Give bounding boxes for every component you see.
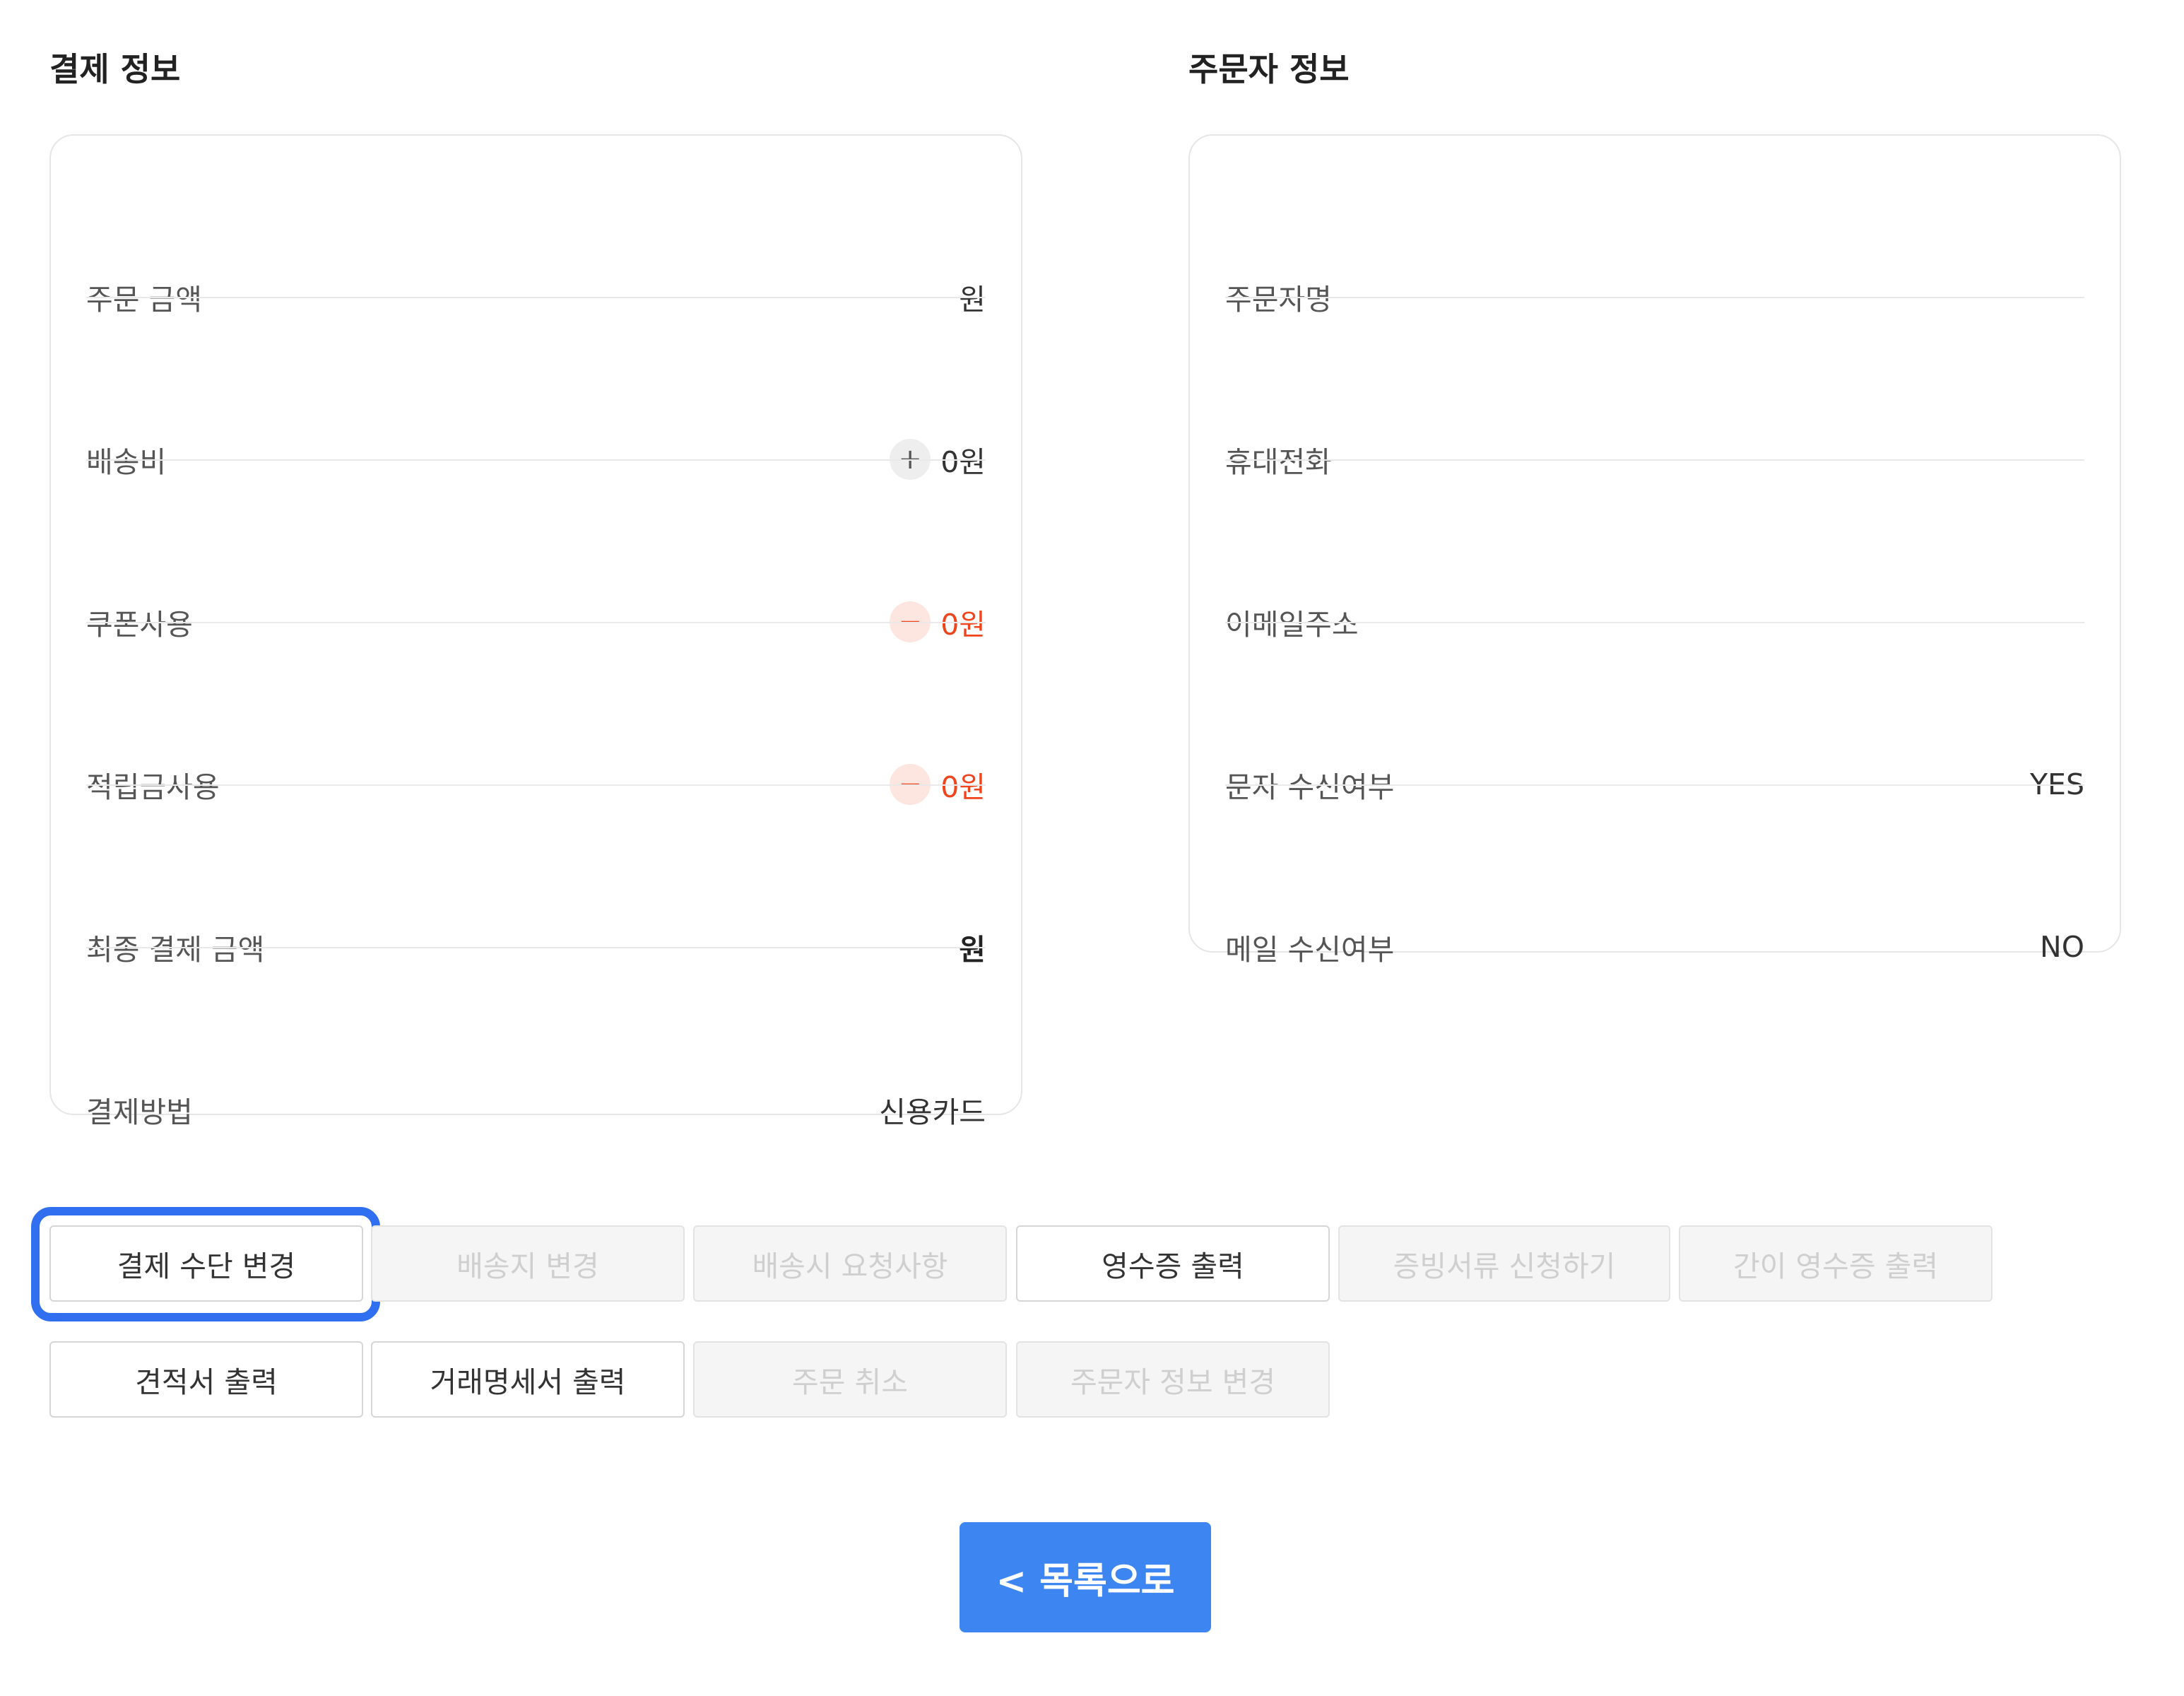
change-payment-method-button[interactable]: 결제 수단 변경 bbox=[49, 1225, 363, 1302]
payment-method-value: 신용카드 bbox=[879, 1095, 986, 1129]
print-transaction-statement-button[interactable]: 거래명세서 출력 bbox=[371, 1341, 685, 1418]
orderer-info-card: 주문자명 휴대전화 이메일주소 문자 수신여부 YES 메일 수신여부 NO bbox=[1188, 134, 2121, 967]
divider bbox=[86, 297, 986, 298]
delivery-request-button[interactable]: 배송시 요청사항 bbox=[693, 1225, 1007, 1302]
change-orderer-info-button[interactable]: 주문자 정보 변경 bbox=[1016, 1341, 1330, 1418]
orderer-section-title: 주문자 정보 bbox=[1188, 50, 1350, 88]
mail-consent-value: NO bbox=[2040, 930, 2084, 964]
request-proof-documents-button[interactable]: 증빙서류 신청하기 bbox=[1338, 1225, 1670, 1302]
payment-row-method: 결제방법 신용카드 bbox=[86, 1081, 986, 1138]
change-shipping-address-button[interactable]: 배송지 변경 bbox=[371, 1225, 685, 1302]
divider bbox=[1225, 622, 2084, 623]
divider bbox=[1225, 297, 2084, 298]
payment-method-label: 결제방법 bbox=[86, 1095, 193, 1129]
divider bbox=[86, 622, 986, 623]
payment-section-title: 결제 정보 bbox=[49, 50, 181, 88]
payment-info-card: 주문 금액 원 배송비 + 0원 쿠폰사용 − 0원 적립금사용 − 0원 최종… bbox=[49, 134, 1022, 1129]
back-to-list-button[interactable]: < 목록으로 bbox=[960, 1522, 1211, 1632]
mail-consent-label: 메일 수신여부 bbox=[1225, 933, 1395, 967]
divider bbox=[1225, 784, 2084, 786]
divider bbox=[86, 784, 986, 786]
print-quotation-button[interactable]: 견적서 출력 bbox=[49, 1341, 363, 1418]
print-simple-receipt-button[interactable]: 간이 영수증 출력 bbox=[1679, 1225, 1993, 1302]
orderer-row-mail-consent: 메일 수신여부 NO bbox=[1225, 919, 2084, 975]
divider bbox=[86, 947, 986, 948]
cancel-order-button[interactable]: 주문 취소 bbox=[693, 1341, 1007, 1418]
divider bbox=[1225, 459, 2084, 461]
divider bbox=[86, 459, 986, 461]
print-receipt-button[interactable]: 영수증 출력 bbox=[1016, 1225, 1330, 1302]
